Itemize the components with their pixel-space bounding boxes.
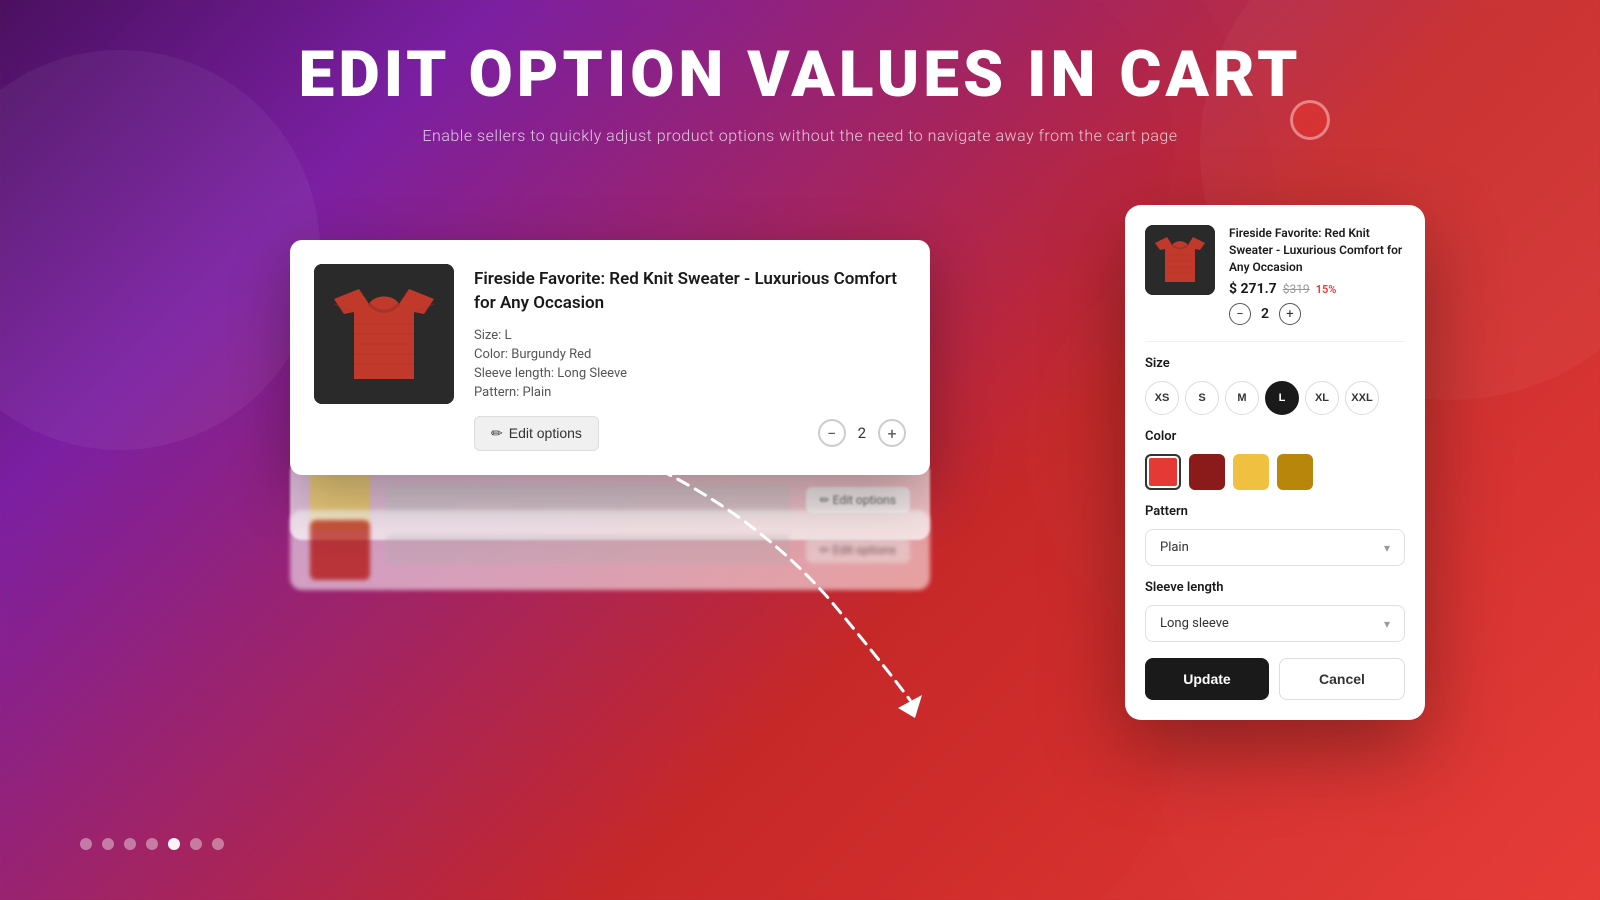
cart-item-details: Fireside Favorite: Red Knit Sweater - Lu… bbox=[474, 264, 906, 451]
sleeve-value: Long sleeve bbox=[1160, 616, 1229, 631]
cancel-button[interactable]: Cancel bbox=[1279, 658, 1405, 700]
update-button[interactable]: Update bbox=[1145, 658, 1269, 700]
page-title: EDIT OPTION VALUES IN CART bbox=[100, 40, 1500, 110]
edit-options-button[interactable]: ✏ Edit options bbox=[474, 416, 599, 451]
blurred-content-2 bbox=[386, 535, 790, 565]
pagination-dot-7[interactable] bbox=[212, 838, 224, 850]
pattern-value: Plain bbox=[1160, 540, 1189, 555]
edit-icon: ✏ bbox=[491, 425, 503, 442]
size-btn-xl[interactable]: XL bbox=[1305, 381, 1339, 415]
sleeve-dropdown[interactable]: Long sleeve ▾ bbox=[1145, 605, 1405, 642]
quantity-control: − 2 + bbox=[818, 419, 906, 447]
color-swatch-yellow[interactable] bbox=[1233, 454, 1269, 490]
qty-increase-btn[interactable]: + bbox=[878, 419, 906, 447]
detail-product-title: Fireside Favorite: Red Knit Sweater - Lu… bbox=[1229, 225, 1405, 275]
size-btn-xs[interactable]: XS bbox=[1145, 381, 1179, 415]
divider-1 bbox=[1145, 341, 1405, 342]
page-subtitle: Enable sellers to quickly adjust product… bbox=[100, 126, 1500, 145]
pagination bbox=[80, 838, 224, 850]
cart-row-blurred-2: ✏ Edit options bbox=[290, 510, 930, 590]
option-sleeve: Sleeve length: Long Sleeve bbox=[474, 366, 906, 381]
color-swatch-red[interactable] bbox=[1145, 454, 1181, 490]
pagination-dot-3[interactable] bbox=[124, 838, 136, 850]
qty-decrease-btn[interactable]: − bbox=[818, 419, 846, 447]
pattern-section-label: Pattern bbox=[1145, 504, 1405, 519]
detail-product-header: Fireside Favorite: Red Knit Sweater - Lu… bbox=[1145, 225, 1405, 325]
detail-qty-value: 2 bbox=[1261, 306, 1269, 322]
size-btn-m[interactable]: M bbox=[1225, 381, 1259, 415]
detail-panel: Fireside Favorite: Red Knit Sweater - Lu… bbox=[1125, 205, 1425, 720]
cart-item-footer: ✏ Edit options − 2 + bbox=[474, 416, 906, 451]
detail-qty-row: − 2 + bbox=[1229, 303, 1405, 325]
option-pattern: Pattern: Plain bbox=[474, 385, 906, 400]
pagination-dot-6[interactable] bbox=[190, 838, 202, 850]
qty-value: 2 bbox=[858, 424, 866, 442]
color-swatch-tan[interactable] bbox=[1277, 454, 1313, 490]
size-row: XS S M L XL XXL bbox=[1145, 381, 1405, 415]
pagination-dot-2[interactable] bbox=[102, 838, 114, 850]
action-row: Update Cancel bbox=[1145, 658, 1405, 700]
option-color: Color: Burgundy Red bbox=[474, 347, 906, 362]
size-btn-s[interactable]: S bbox=[1185, 381, 1219, 415]
pattern-dropdown[interactable]: Plain ▾ bbox=[1145, 529, 1405, 566]
price-row: $ 271.7 $319 15% bbox=[1229, 281, 1405, 297]
blurred-img-2 bbox=[310, 520, 370, 580]
detail-product-info: Fireside Favorite: Red Knit Sweater - Lu… bbox=[1229, 225, 1405, 325]
edit-options-label: Edit options bbox=[509, 425, 582, 441]
price-current: $ 271.7 bbox=[1229, 281, 1277, 297]
header: EDIT OPTION VALUES IN CART Enable seller… bbox=[0, 40, 1600, 145]
size-btn-l[interactable]: L bbox=[1265, 381, 1299, 415]
color-section-label: Color bbox=[1145, 429, 1405, 444]
pagination-dot-4[interactable] bbox=[146, 838, 158, 850]
blurred-edit-btn-2: ✏ Edit options bbox=[806, 537, 910, 563]
detail-product-image bbox=[1145, 225, 1215, 295]
option-size: Size: L bbox=[474, 328, 906, 343]
cart-panel: Fireside Favorite: Red Knit Sweater - Lu… bbox=[290, 240, 930, 475]
cart-item-image bbox=[314, 264, 454, 404]
cart-item-title: Fireside Favorite: Red Knit Sweater - Lu… bbox=[474, 268, 906, 316]
sleeve-section-label: Sleeve length bbox=[1145, 580, 1405, 595]
sleeve-chevron-icon: ▾ bbox=[1384, 617, 1390, 631]
size-btn-xxl[interactable]: XXL bbox=[1345, 381, 1379, 415]
chevron-down-icon: ▾ bbox=[1384, 541, 1390, 555]
price-original: $319 bbox=[1283, 282, 1310, 296]
color-swatch-burgundy[interactable] bbox=[1189, 454, 1225, 490]
detail-qty-increase[interactable]: + bbox=[1279, 303, 1301, 325]
cart-item: Fireside Favorite: Red Knit Sweater - Lu… bbox=[314, 264, 906, 451]
size-section-label: Size bbox=[1145, 356, 1405, 371]
pagination-dot-5[interactable] bbox=[168, 838, 180, 850]
pagination-dot-1[interactable] bbox=[80, 838, 92, 850]
color-row bbox=[1145, 454, 1405, 490]
detail-qty-decrease[interactable]: − bbox=[1229, 303, 1251, 325]
detail-product-image-svg bbox=[1145, 225, 1215, 295]
product-image-svg bbox=[314, 264, 454, 404]
price-discount: 15% bbox=[1316, 283, 1337, 296]
